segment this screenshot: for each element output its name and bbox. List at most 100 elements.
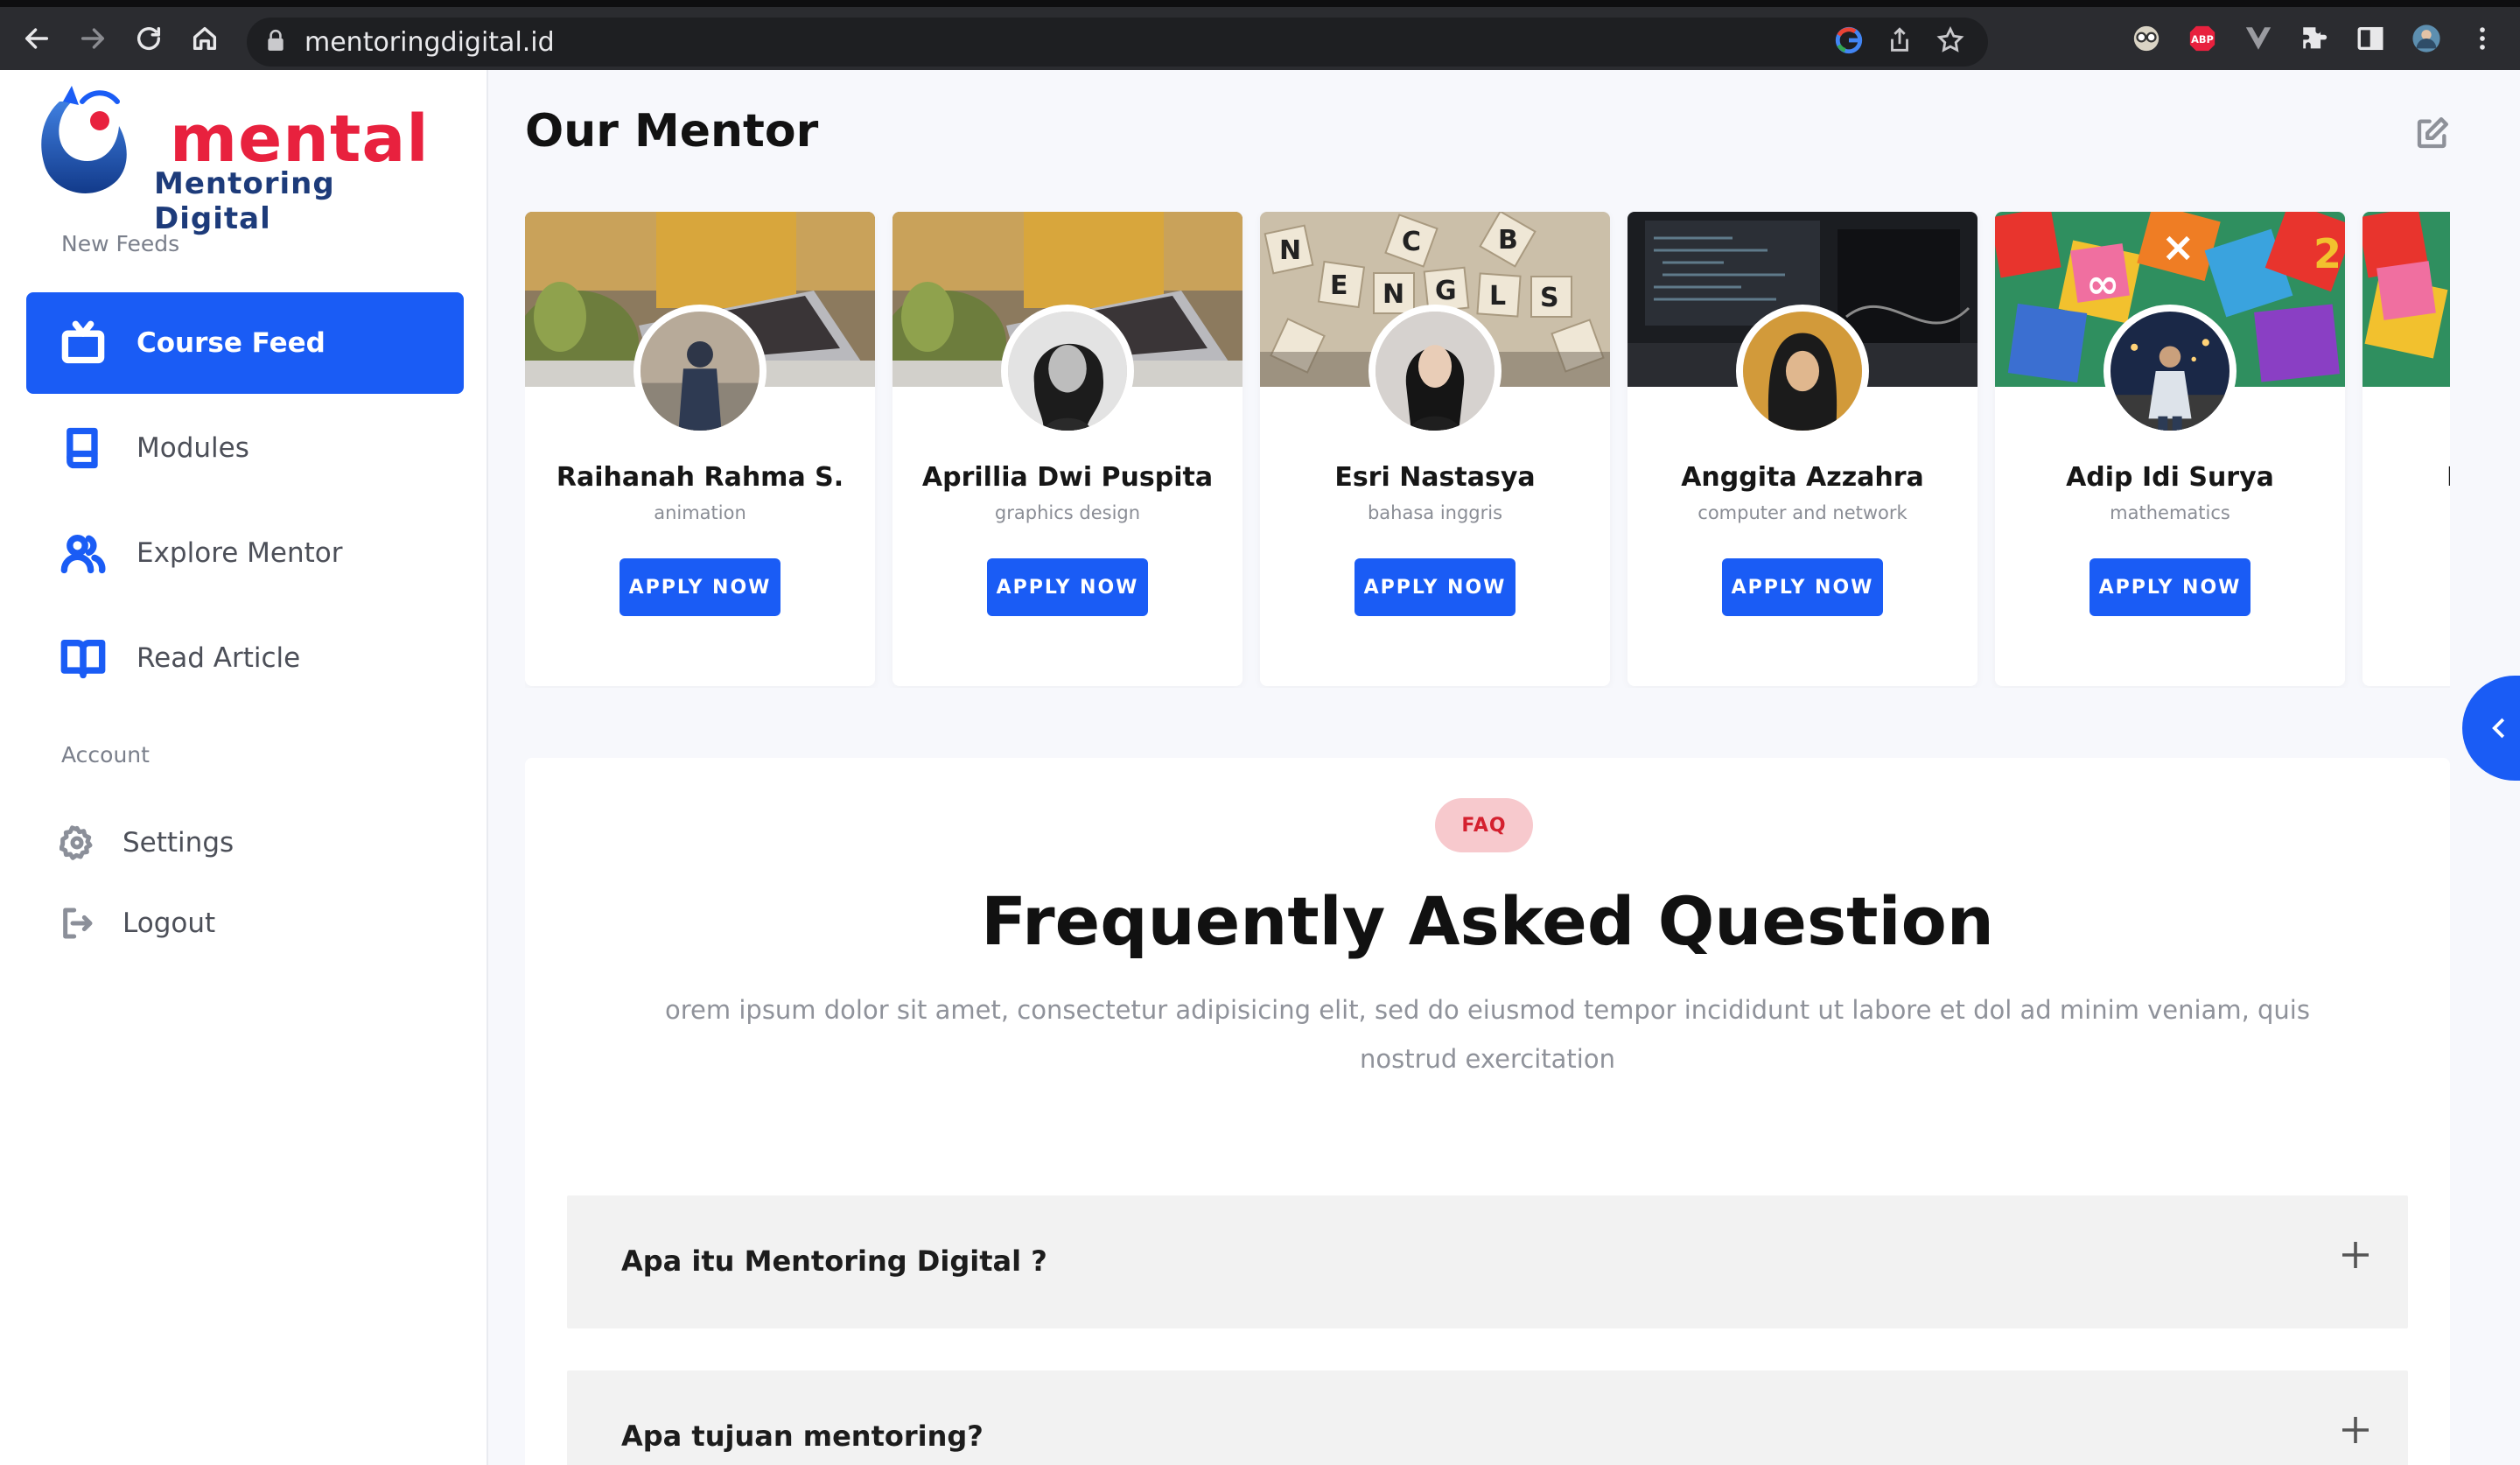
mentor-card: ENGLS NCB Esri Nastasya bahasa inggris A…	[1260, 212, 1610, 686]
faq-description: orem ipsum dolor sit amet, consectetur a…	[665, 995, 2310, 1074]
mentor-name: Esri Nastasya	[1334, 462, 1536, 493]
sidebar-item-label: Settings	[122, 827, 234, 859]
apply-now-button[interactable]: APPLY NOW	[1354, 558, 1516, 616]
svg-text:S: S	[1540, 283, 1559, 313]
book-icon	[58, 423, 108, 473]
star-icon[interactable]	[1936, 25, 1965, 60]
logout-icon	[58, 904, 96, 943]
apply-now-button[interactable]: APPLY NOW	[1722, 558, 1883, 616]
sidebar-item-label: Modules	[136, 432, 249, 464]
edit-icon[interactable]	[2415, 116, 2450, 151]
svg-text:L: L	[1489, 281, 1506, 312]
sidebar-item-explore-mentor[interactable]: Explore Mentor	[26, 502, 464, 604]
svg-text:ABP: ABP	[2191, 33, 2214, 46]
apply-now-button[interactable]: APPLY NOW	[2090, 558, 2250, 616]
mentor-card: Raihanah Rahma S. animation APPLY NOW	[525, 212, 875, 686]
logo-subtitle: Mentoring Digital	[154, 166, 335, 236]
svg-text:B: B	[1498, 225, 1518, 256]
page-title-bold: Mentor	[634, 105, 819, 158]
sidebar: mental Mentoring Digital New Feeds Cours…	[0, 70, 488, 1465]
google-icon[interactable]	[1834, 25, 1864, 60]
svg-text:N: N	[1279, 235, 1301, 266]
mentor-card: Aprillia Dwi Puspita graphics design APP…	[892, 212, 1242, 686]
more-menu-icon[interactable]	[2466, 22, 2499, 55]
mentor-avatar	[1001, 305, 1134, 438]
mentor-name: Aprillia Dwi Puspita	[921, 462, 1214, 493]
mentor-card: ∞ × 2 Adip Idi Surya mathematics APPLY N…	[1995, 212, 2345, 686]
plus-icon[interactable]	[2340, 1414, 2371, 1446]
plus-icon[interactable]	[2340, 1239, 2371, 1271]
mentor-banner-image	[2362, 212, 2450, 387]
home-icon	[192, 26, 217, 51]
reload-icon	[136, 26, 161, 50]
svg-text:×: ×	[2161, 223, 2195, 270]
reload-button[interactable]	[121, 11, 177, 67]
sidebar-item-label: Explore Mentor	[136, 537, 343, 569]
apply-now-button[interactable]: APPLY NOW	[620, 558, 780, 616]
mentor-field: graphics design	[994, 502, 1141, 523]
sidebar-item-label: Read Article	[136, 642, 301, 674]
faq-question: Apa tujuan mentoring?	[621, 1419, 984, 1453]
faq-heading: Frequently Asked Question	[981, 882, 1994, 960]
mentor-avatar	[1368, 305, 1502, 438]
faq-badge: FAQ	[1435, 798, 1533, 852]
page-title-light: Our	[525, 105, 634, 158]
sidebar-item-logout[interactable]: Logout	[26, 884, 464, 963]
mentor-field: bahasa inggris	[1367, 502, 1503, 523]
url-text: mentoringdigital.id	[304, 26, 555, 58]
side-panel-toggle[interactable]	[2462, 676, 2520, 781]
lock-icon	[266, 29, 285, 56]
faq-item[interactable]: Apa itu Mentoring Digital ?	[567, 1195, 2408, 1328]
browser-toolbar: mentoringdigital.id ABP	[0, 0, 2520, 70]
mentor-field: computer and network	[1698, 502, 1908, 523]
sidebar-item-settings[interactable]: Settings	[26, 803, 464, 882]
profile-avatar-icon[interactable]	[2410, 22, 2443, 55]
chevron-left-icon	[2492, 718, 2505, 739]
mentor-name: I	[2362, 462, 2450, 493]
vue-devtools-icon[interactable]	[2242, 22, 2275, 55]
address-bar[interactable]: mentoringdigital.id	[247, 18, 1988, 67]
arrow-right-icon	[80, 28, 105, 49]
sidebar-item-label: Course Feed	[136, 327, 326, 359]
svg-text:E: E	[1330, 270, 1348, 301]
mentor-field: animation	[654, 502, 746, 523]
section-label-account: Account	[61, 742, 150, 768]
mentor-name: Anggita Azzahra	[1681, 462, 1924, 493]
side-panel-icon[interactable]	[2354, 22, 2387, 55]
tv-icon	[58, 318, 108, 368]
mentor-card: I	[2362, 212, 2450, 686]
section-label-new-feeds: New Feeds	[61, 231, 180, 256]
faq-question: Apa itu Mentoring Digital ?	[621, 1244, 1047, 1278]
home-button[interactable]	[177, 11, 233, 67]
faq-item[interactable]: Apa tujuan mentoring?	[567, 1370, 2408, 1465]
faq-section: FAQ Frequently Asked Question orem ipsum…	[525, 758, 2450, 1465]
sidebar-item-read-article[interactable]: Read Article	[26, 607, 464, 709]
forward-button[interactable]	[65, 11, 121, 67]
brand-logo[interactable]: mental Mentoring Digital	[33, 82, 453, 236]
extension-glasses-icon[interactable]	[2130, 22, 2163, 55]
mentor-name: Adip Idi Surya	[2066, 462, 2274, 493]
mentor-carousel[interactable]: Raihanah Rahma S. animation APPLY NOW Ap…	[525, 212, 2450, 688]
arrow-left-icon	[24, 28, 49, 49]
mentor-avatar	[2104, 305, 2236, 438]
users-icon	[58, 528, 108, 578]
svg-text:∞: ∞	[2086, 260, 2119, 307]
sidebar-item-course-feed[interactable]: Course Feed	[26, 292, 464, 394]
puzzle-extensions-icon[interactable]	[2298, 22, 2331, 55]
sidebar-item-label: Logout	[122, 908, 216, 939]
mentor-card: Anggita Azzahra computer and network APP…	[1628, 212, 1978, 686]
svg-text:2: 2	[2314, 230, 2342, 277]
sidebar-item-modules[interactable]: Modules	[26, 397, 464, 499]
adblock-icon[interactable]: ABP	[2186, 22, 2219, 55]
share-icon[interactable]	[1885, 25, 1914, 60]
mentor-name: Raihanah Rahma S.	[556, 462, 844, 493]
mentor-avatar	[634, 305, 766, 438]
mentor-field: mathematics	[2110, 502, 2230, 523]
page-title: Our Mentor	[525, 105, 818, 158]
back-button[interactable]	[9, 11, 65, 67]
svg-text:G: G	[1435, 276, 1457, 306]
gear-icon	[58, 824, 96, 862]
svg-text:N: N	[1382, 279, 1404, 310]
apply-now-button[interactable]: APPLY NOW	[987, 558, 1148, 616]
svg-text:C: C	[1402, 227, 1421, 257]
